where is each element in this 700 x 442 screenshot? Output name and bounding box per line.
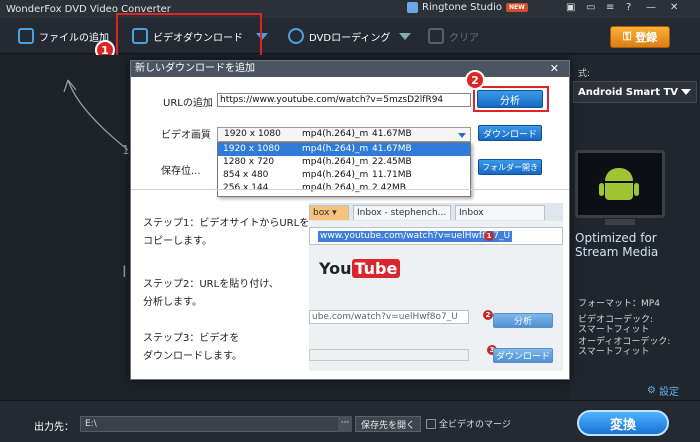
option-res: 1280 x 720 bbox=[223, 157, 275, 167]
step2-line1: ステップ2：URLを貼り付け、 bbox=[143, 279, 279, 290]
dialog-title: 新しいダウンロードを追加 bbox=[131, 61, 569, 77]
settings-link[interactable]: ⚙ 設定 bbox=[647, 383, 679, 398]
quality-label: ビデオ画質 bbox=[161, 130, 211, 141]
step-badge-2: 2 bbox=[465, 70, 485, 90]
quality-select[interactable]: 1920 x 1080 mp4(h.264)_m 41.67MB bbox=[217, 127, 471, 142]
demo-url-input: ube.com/watch?v=uelHwf8o7_U bbox=[309, 310, 469, 324]
format-spec: フォーマット：MP4 bbox=[578, 299, 660, 309]
new-badge: NEW bbox=[505, 3, 528, 12]
open-folder-button[interactable]: フォルダー開き bbox=[478, 159, 542, 175]
menu-icon[interactable]: ≡ bbox=[606, 2, 614, 13]
browse-button[interactable]: ··· bbox=[338, 416, 352, 432]
output-label: 出力先： bbox=[34, 422, 74, 433]
quality-size: 41.67MB bbox=[372, 129, 412, 139]
dvd-loading-label: DVDローディング bbox=[309, 32, 391, 44]
demo-download-button: ダウンロード bbox=[493, 348, 553, 363]
title-bar: WonderFox DVD Video Converter Ringtone S… bbox=[0, 0, 700, 18]
output-format-select[interactable]: Android Smart TV bbox=[573, 81, 697, 103]
help-icon[interactable]: ? bbox=[626, 2, 631, 13]
minimize-icon[interactable]: — bbox=[646, 2, 656, 13]
video-codec-label: ビデオコーデック: bbox=[578, 315, 654, 325]
quality-option[interactable]: 1280 x 720 mp4(h.264)_m 22.45MB bbox=[218, 156, 470, 169]
tv-stand bbox=[605, 219, 635, 225]
demo-select bbox=[309, 349, 469, 361]
dialog-close-icon[interactable]: ✕ bbox=[550, 61, 559, 77]
bg-letter: I bbox=[122, 262, 127, 281]
option-codec: mp4(h.264)_m bbox=[302, 144, 369, 154]
trash-icon bbox=[428, 28, 444, 44]
url-input[interactable]: https://www.youtube.com/watch?v=5mzsD2lf… bbox=[217, 93, 471, 107]
ringtone-studio-link[interactable]: Ringtone Studio NEW bbox=[407, 2, 528, 13]
instruction-illustration: box ▾ Inbox - stephench... Inbox www.you… bbox=[309, 203, 563, 371]
quality-res: 1920 x 1080 bbox=[224, 129, 281, 139]
open-output-folder-button[interactable]: 保存先を開く bbox=[355, 416, 421, 432]
url-label: URLの追加 bbox=[163, 98, 213, 109]
step2-line2: 分析します。 bbox=[143, 297, 202, 308]
highlight-box bbox=[473, 86, 549, 112]
option-size: 11.71MB bbox=[372, 170, 412, 180]
close-icon[interactable]: ✕ bbox=[670, 2, 678, 13]
demo-address-bar: www.youtube.com/watch?v=uelHwf8o7_U bbox=[309, 227, 563, 245]
convert-button[interactable]: 変換 bbox=[577, 410, 669, 436]
demo-tab: Inbox - stephench... bbox=[353, 205, 451, 220]
youtube-logo: You Tube bbox=[319, 259, 401, 278]
ringtone-label: Ringtone Studio bbox=[422, 2, 502, 13]
demo-badge-1: 1 bbox=[484, 231, 494, 241]
key-icon: ⚿ bbox=[622, 30, 632, 43]
ringtone-icon bbox=[407, 2, 418, 13]
youtube-logo-tube: Tube bbox=[351, 259, 401, 278]
save-location-label: 保存位... bbox=[161, 166, 201, 177]
option-codec: mp4(h.264)_m bbox=[302, 170, 369, 180]
quality-option[interactable]: 854 x 480 mp4(h.264)_m 11.71MB bbox=[218, 169, 470, 182]
demo-badge-2: 2 bbox=[483, 310, 493, 320]
option-res: 1920 x 1080 bbox=[223, 144, 280, 154]
step3-line1: ステップ3：ビデオを bbox=[143, 333, 240, 344]
skin-icon[interactable]: ▣ bbox=[566, 2, 575, 13]
add-file-icon bbox=[18, 28, 34, 44]
demo-url-text: www.youtube.com/watch?v=uelHwf8o7_U bbox=[318, 231, 513, 242]
chevron-down-icon bbox=[458, 133, 466, 138]
quality-codec: mp4(h.264)_m bbox=[302, 129, 369, 139]
format-label: 式: bbox=[578, 69, 591, 79]
merge-checkbox[interactable] bbox=[426, 418, 436, 429]
output-format-value: Android Smart TV bbox=[578, 86, 679, 98]
option-res: 854 x 480 bbox=[223, 170, 269, 180]
dialog-separator bbox=[131, 189, 569, 190]
highlight-box bbox=[116, 13, 262, 57]
chevron-down-icon bbox=[681, 89, 691, 95]
output-path-input[interactable]: E:\ bbox=[80, 416, 350, 432]
quality-option[interactable]: 1920 x 1080 mp4(h.264)_m 41.67MB bbox=[218, 143, 470, 156]
dvd-icon bbox=[288, 28, 304, 44]
option-codec: mp4(h.264)_m bbox=[302, 157, 369, 167]
step1-line2: コピーします。 bbox=[143, 236, 212, 247]
register-button[interactable]: ⚿ 登録 bbox=[610, 26, 670, 48]
chat-icon[interactable]: ▭ bbox=[586, 2, 595, 13]
demo-analyze-button: 分析 bbox=[493, 313, 553, 328]
gear-icon: ⚙ bbox=[647, 385, 656, 396]
audio-codec-value: スマートフィット bbox=[578, 347, 650, 357]
option-size: 41.67MB bbox=[372, 144, 412, 154]
merge-all-option[interactable]: 全ビデオのマージ bbox=[426, 417, 511, 430]
clear-label: クリア bbox=[449, 32, 479, 44]
audio-codec-label: オーディオコーデック: bbox=[578, 337, 671, 347]
optimized-text: Optimized for Stream Media bbox=[575, 231, 659, 259]
dvd-loading-button[interactable]: DVDローディング bbox=[288, 18, 412, 54]
step3-line2: ダウンロードします。 bbox=[143, 351, 242, 362]
download-button[interactable]: ダウンロード bbox=[478, 125, 542, 141]
demo-tab: Inbox bbox=[455, 205, 545, 220]
youtube-logo-you: You bbox=[319, 259, 352, 278]
register-label: 登録 bbox=[635, 31, 658, 44]
settings-label: 設定 bbox=[658, 387, 679, 398]
android-icon bbox=[599, 168, 639, 202]
option-size: 22.45MB bbox=[372, 157, 412, 167]
demo-tabbar: box ▾ Inbox - stephench... Inbox bbox=[309, 203, 563, 221]
demo-tab: box ▾ bbox=[309, 205, 349, 220]
chevron-down-icon[interactable] bbox=[399, 32, 412, 40]
bg-digit: 1 bbox=[122, 143, 130, 157]
clear-button[interactable]: クリア bbox=[428, 18, 479, 54]
step1-line1: ステップ1：ビデオサイトからURLを bbox=[143, 218, 310, 229]
video-codec-value: スマートフィット bbox=[578, 325, 650, 335]
merge-label: 全ビデオのマージ bbox=[439, 420, 511, 430]
